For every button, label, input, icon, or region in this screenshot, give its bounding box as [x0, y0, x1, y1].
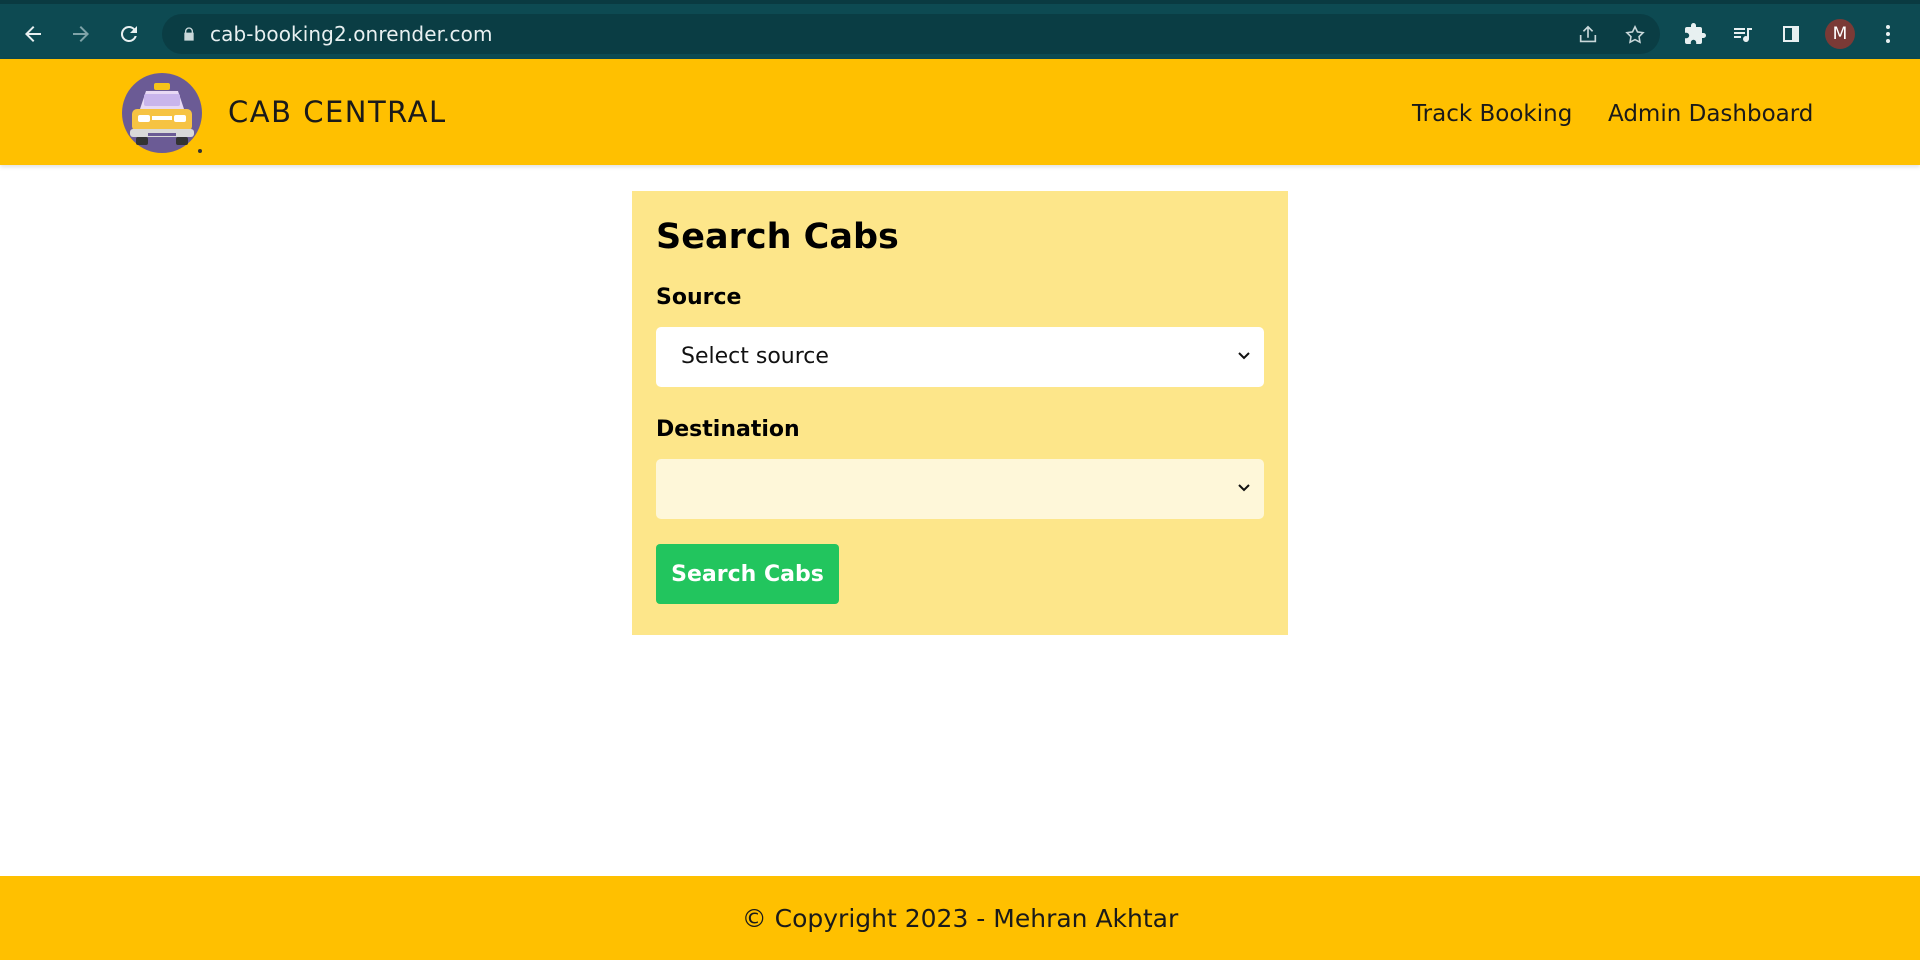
search-cabs-button[interactable]: Search Cabs [656, 544, 839, 604]
reload-icon [120, 25, 137, 42]
reload-button[interactable] [113, 18, 145, 50]
sidepanel-icon[interactable] [1775, 18, 1807, 50]
taxi-logo-icon[interactable] [120, 71, 204, 155]
brand-name[interactable]: CAB CENTRAL [228, 95, 447, 129]
destination-label: Destination [656, 417, 800, 442]
avatar[interactable]: M [1825, 19, 1855, 49]
forward-icon [73, 26, 89, 42]
tab-strip-edge [0, 0, 1920, 4]
puzzle-icon[interactable] [1679, 18, 1711, 50]
back-icon [25, 26, 41, 42]
nav-track-booking[interactable]: Track Booking [1412, 101, 1572, 127]
page-title: Search Cabs [656, 217, 899, 257]
lock-icon [180, 25, 198, 43]
source-select-value: Select source [681, 344, 829, 369]
nav-admin-dashboard[interactable]: Admin Dashboard [1608, 101, 1813, 127]
media-icon[interactable] [1727, 18, 1759, 50]
destination-select[interactable] [656, 459, 1264, 519]
star-icon[interactable] [1622, 22, 1648, 48]
url-text: cab-booking2.onrender.com [210, 22, 493, 46]
forward-button[interactable] [65, 18, 97, 50]
site-header: CAB CENTRAL Track Booking Admin Dashboar… [0, 59, 1920, 165]
share-icon[interactable] [1575, 22, 1601, 48]
chevron-down-icon [1238, 352, 1250, 360]
copyright-text: © Copyright 2023 - Mehran Akhtar [741, 903, 1179, 933]
source-label: Source [656, 285, 742, 310]
source-select[interactable]: Select source [656, 327, 1264, 387]
kebab-menu-icon[interactable] [1872, 18, 1904, 50]
address-bar[interactable]: cab-booking2.onrender.com [162, 14, 1660, 54]
site-footer: © Copyright 2023 - Mehran Akhtar [0, 876, 1920, 960]
chevron-down-icon [1238, 484, 1250, 492]
search-cabs-card: Search Cabs Source Select source Destina… [632, 191, 1288, 635]
browser-toolbar: cab-booking2.onrender.com M [0, 0, 1920, 59]
back-button[interactable] [17, 18, 49, 50]
